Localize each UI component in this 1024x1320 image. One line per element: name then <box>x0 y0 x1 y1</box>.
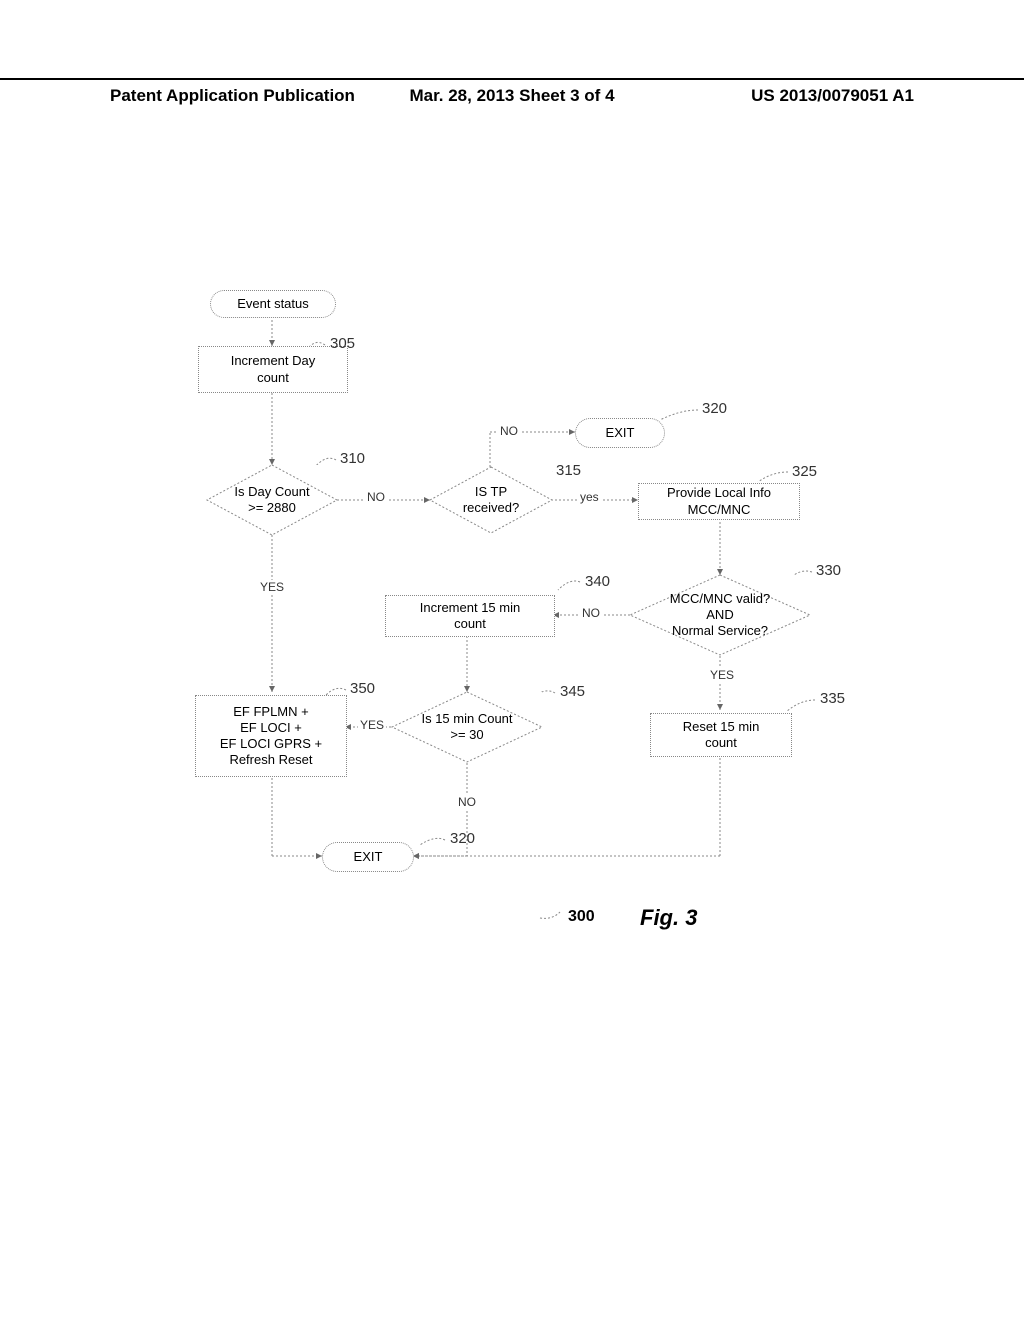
flowchart-edges <box>0 0 1024 1320</box>
ref-325: 325 <box>792 463 817 480</box>
label-no-15: NO <box>456 795 478 809</box>
box-reset-15: Reset 15 min count <box>650 713 792 757</box>
flowchart-canvas: Event status Increment Day count Is Day … <box>0 0 1024 1320</box>
box-reset-all: EF FPLMN + EF LOCI + EF LOCI GPRS + Refr… <box>195 695 347 777</box>
ref-345: 345 <box>560 683 585 700</box>
label-no-tp: NO <box>498 424 520 438</box>
figure-caption: Fig. 3 <box>640 905 697 931</box>
decision-15min: Is 15 min Count >= 30 <box>392 692 542 762</box>
label-yes-daycount: YES <box>258 580 286 594</box>
terminator-exit-bottom: EXIT <box>322 842 414 872</box>
event-status-text: Event status <box>237 296 309 312</box>
box-increment-day: Increment Day count <box>198 346 348 393</box>
ref-330: 330 <box>816 562 841 579</box>
box-increment-15: Increment 15 min count <box>385 595 555 637</box>
label-yes-15: YES <box>358 718 386 732</box>
ref-335: 335 <box>820 690 845 707</box>
ref-320b: 320 <box>450 830 475 847</box>
label-no-mcc: NO <box>580 606 602 620</box>
label-yes-mcc: YES <box>708 668 736 682</box>
terminator-exit-top: EXIT <box>575 418 665 448</box>
decision-day-count: Is Day Count >= 2880 <box>207 465 337 535</box>
label-yes-tp: yes <box>578 490 601 504</box>
ref-350: 350 <box>350 680 375 697</box>
decision-tp-received: IS TP received? <box>430 467 552 533</box>
figure-number-300: 300 <box>568 908 595 926</box>
ref-320: 320 <box>702 400 727 417</box>
ref-315: 315 <box>556 462 581 479</box>
terminator-event-status: Event status <box>210 290 336 318</box>
ref-310: 310 <box>340 450 365 467</box>
decision-mccmnc: MCC/MNC valid? AND Normal Service? <box>630 575 810 655</box>
box-local-info: Provide Local Info MCC/MNC <box>638 483 800 520</box>
ref-340: 340 <box>585 573 610 590</box>
label-no-daycount: NO <box>365 490 387 504</box>
ref-305: 305 <box>330 335 355 352</box>
